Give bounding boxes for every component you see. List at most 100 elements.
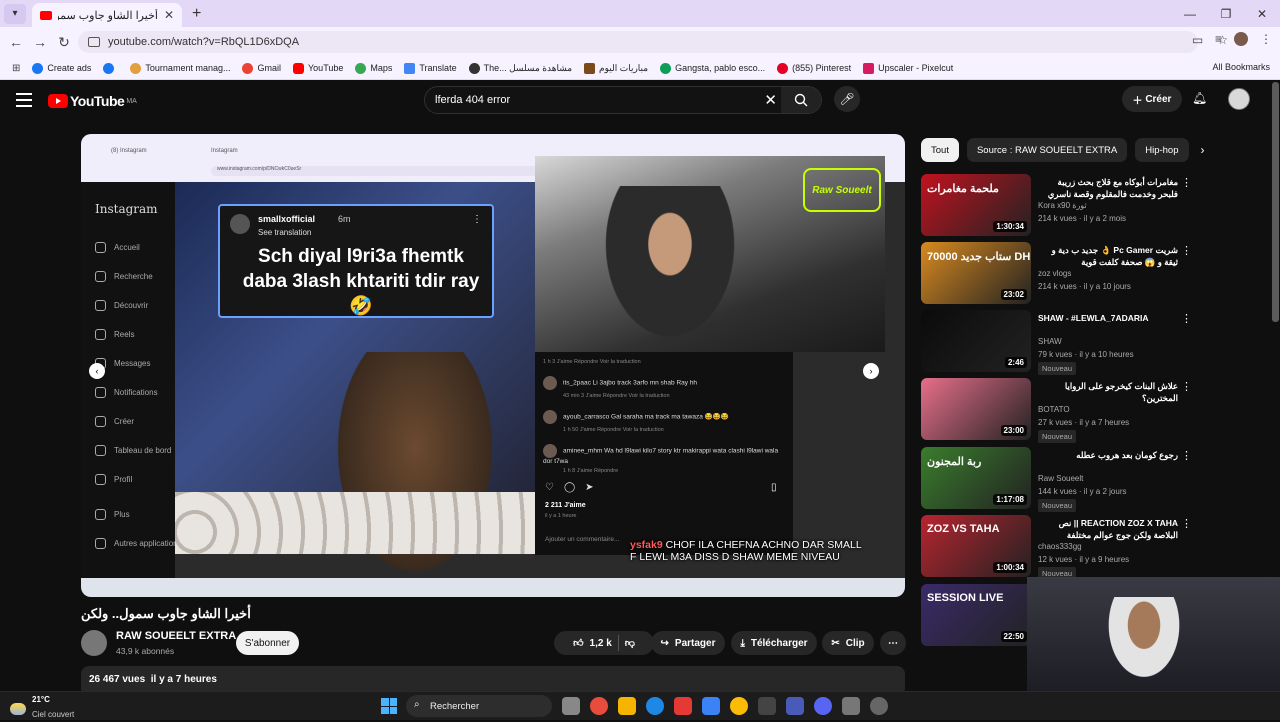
download-button[interactable]: ⤓ Télécharger (731, 631, 817, 655)
bookmark-item[interactable]: Maps (355, 62, 392, 74)
more-vert-icon[interactable]: ⋮ (1181, 312, 1192, 325)
windows-start-icon[interactable] (381, 698, 397, 714)
channel-name[interactable]: RAW SOUEELT EXTRA (116, 630, 236, 642)
search-button[interactable] (781, 87, 821, 113)
tab-search-button[interactable]: ▾ (4, 3, 26, 24)
tab-close-icon[interactable]: ✕ (164, 8, 174, 22)
new-tab-button[interactable]: + (192, 5, 201, 23)
video-title[interactable]: رجوع كومان بعد هروب عطله (1038, 449, 1178, 461)
like-button[interactable]: 👍︎ 1,2 k (573, 637, 612, 650)
chevron-right-icon[interactable]: › (1201, 143, 1205, 157)
install-app-icon[interactable]: ▭ (1192, 33, 1203, 47)
close-window-button[interactable]: ✕ (1244, 7, 1280, 21)
bookmark-item[interactable]: The... مشاهدة مسلسل (468, 62, 572, 74)
clip-button[interactable]: ✂ Clip (822, 631, 874, 655)
account-avatar[interactable] (1228, 88, 1250, 110)
bookmark-item[interactable]: Create ads (32, 62, 91, 74)
dislike-button[interactable]: 👎︎ (625, 637, 635, 649)
site-info-icon[interactable] (88, 37, 100, 47)
bookmark-item[interactable]: Upscaler - Pixelcut (863, 62, 953, 74)
page-scrollbar[interactable] (1272, 82, 1279, 322)
video-thumbnail[interactable]: ZOZ VS TAHA 1:00:34 (921, 515, 1031, 577)
clear-search-icon[interactable]: ✕ (764, 91, 777, 109)
chrome-icon[interactable] (730, 697, 748, 715)
unreal-icon[interactable] (758, 697, 776, 715)
channel-name[interactable]: Raw Soueelt (1038, 474, 1083, 483)
taskbar-search[interactable]: ⌕ Rechercher (406, 695, 552, 717)
edge-icon[interactable] (646, 697, 664, 715)
weather-widget[interactable]: 21°C Ciel couvert (10, 695, 74, 722)
app-icon[interactable] (674, 697, 692, 715)
back-icon[interactable]: ← (4, 34, 28, 50)
bookmark-item[interactable]: YouTube (293, 62, 343, 74)
more-actions-button[interactable]: ⋯ (880, 631, 906, 655)
chip-hiphop[interactable]: Hip-hop (1135, 138, 1189, 162)
recommended-video[interactable]: ربة المجنون 1:17:08 رجوع كومان بعد هروب عط… (921, 447, 1261, 512)
channel-avatar[interactable] (81, 630, 107, 656)
more-vert-icon[interactable]: ⋮ (1181, 176, 1192, 189)
chip-source[interactable]: Source : RAW SOUEELT EXTRA (966, 138, 1128, 162)
forward-icon[interactable]: → (28, 34, 52, 50)
app-icon[interactable] (590, 697, 608, 715)
video-title[interactable]: شريت Pc Gamer 👌 جديد ب دية و ثيقة و 😱 صح… (1038, 244, 1178, 268)
notifications-bell-icon[interactable]: 🔔︎ (1192, 91, 1207, 105)
more-vert-icon[interactable]: ⋮ (1181, 449, 1192, 462)
minimize-button[interactable]: — (1172, 7, 1208, 21)
file-explorer-icon[interactable] (618, 697, 636, 715)
browser-menu-icon[interactable]: ⋮ (1260, 32, 1272, 46)
recommended-video[interactable]: 2:46 SHAW - #LEWLA_7ADARIA SHAW 79 k vues ·… (921, 310, 1261, 375)
more-vert-icon[interactable]: ⋮ (1181, 517, 1192, 530)
discord-icon[interactable] (814, 697, 832, 715)
bookmark-item[interactable]: Gmail (242, 62, 281, 74)
channel-name[interactable]: BOTATO (1038, 405, 1070, 414)
youtube-logo[interactable]: YouTube MA (48, 93, 137, 109)
reload-icon[interactable]: ↻ (52, 34, 76, 51)
video-thumbnail[interactable]: SESSION LIVE 22:50 (921, 584, 1031, 646)
create-button[interactable]: ＋ Créer (1122, 86, 1182, 112)
video-thumbnail[interactable]: ملحمة مغامرات 1:30:34 (921, 174, 1031, 236)
obs-icon[interactable] (870, 697, 888, 715)
video-thumbnail[interactable]: 23:00 (921, 378, 1031, 440)
video-title[interactable]: مغامرات أبوكاه مع قلاج بحث زريبة فلبحر و… (1038, 176, 1178, 201)
hamburger-menu-icon[interactable] (16, 93, 32, 111)
app-icon[interactable] (786, 697, 804, 715)
profile-avatar[interactable] (1234, 32, 1248, 46)
vscode-icon[interactable] (702, 697, 720, 715)
channel-name[interactable]: chaos333gg (1038, 542, 1082, 551)
apps-grid-icon[interactable]: ⊞ (12, 63, 20, 74)
recommended-video[interactable]: ملحمة مغامرات 1:30:34 مغامرات أبوكاه مع قل… (921, 174, 1261, 236)
video-thumbnail[interactable]: ربة المجنون 1:17:08 (921, 447, 1031, 509)
video-title[interactable]: REACTION ZOZ X TAHA || نص البلاصة ولكن ج… (1038, 517, 1178, 541)
maximize-button[interactable]: ❐ (1208, 7, 1244, 21)
channel-name[interactable]: SHAW (1038, 337, 1062, 346)
task-view-icon[interactable] (562, 697, 580, 715)
chip-all[interactable]: Tout (921, 138, 959, 162)
all-bookmarks-button[interactable]: All Bookmarks (1212, 62, 1270, 72)
bookmark-item[interactable]: (855) Pinterest (777, 62, 851, 74)
settings-icon[interactable] (842, 697, 860, 715)
recommended-video[interactable]: ZOZ VS TAHA 1:00:34 REACTION ZOZ X TAHA ||… (921, 515, 1261, 580)
video-thumbnail[interactable]: 2:46 (921, 310, 1031, 372)
voice-search-button[interactable]: 🎤︎ (834, 86, 860, 112)
bookmark-item[interactable]: مباريات اليوم (584, 62, 648, 74)
bookmark-item[interactable]: Gangsta, pablo esco... (660, 62, 765, 74)
search-input[interactable]: lferda 404 error ✕ (424, 86, 822, 114)
bookmark-item[interactable]: Translate (404, 62, 457, 74)
media-controls-icon[interactable]: ≡ (1215, 32, 1222, 46)
video-thumbnail[interactable]: ستاب جديد 70000 DH 23:02 (921, 242, 1031, 304)
share-button[interactable]: ↪ Partager (651, 631, 725, 655)
browser-tab[interactable]: أخيرا الشاو جاوب سمول.. ولكن ✕ (32, 3, 182, 27)
video-title[interactable]: SHAW - #LEWLA_7ADARIA (1038, 312, 1178, 324)
recommended-video[interactable]: 23:00 علاش البنات كيخرجو على الروايا المخ… (921, 378, 1261, 443)
bookmark-item[interactable]: Tournament manag... (130, 62, 230, 74)
more-vert-icon[interactable]: ⋮ (1181, 380, 1192, 393)
video-player[interactable]: (8) Instagram Instagram www.instagram.co… (81, 134, 905, 597)
more-vert-icon[interactable]: ⋮ (1181, 244, 1192, 257)
bookmark-item[interactable] (103, 62, 118, 74)
channel-name[interactable]: zoz vlogs (1038, 269, 1071, 278)
subscribe-button[interactable]: S'abonner (236, 631, 299, 655)
url-field[interactable]: youtube.com/watch?v=RbQL1D6xDQA (78, 31, 1198, 53)
video-title[interactable]: علاش البنات كيخرجو على الروايا المخترين؟ (1038, 380, 1178, 404)
channel-name[interactable]: Kora x90 ثورة (1038, 201, 1087, 210)
recommended-video[interactable]: ستاب جديد 70000 DH 23:02 شريت Pc Gamer 👌 ج… (921, 242, 1261, 304)
